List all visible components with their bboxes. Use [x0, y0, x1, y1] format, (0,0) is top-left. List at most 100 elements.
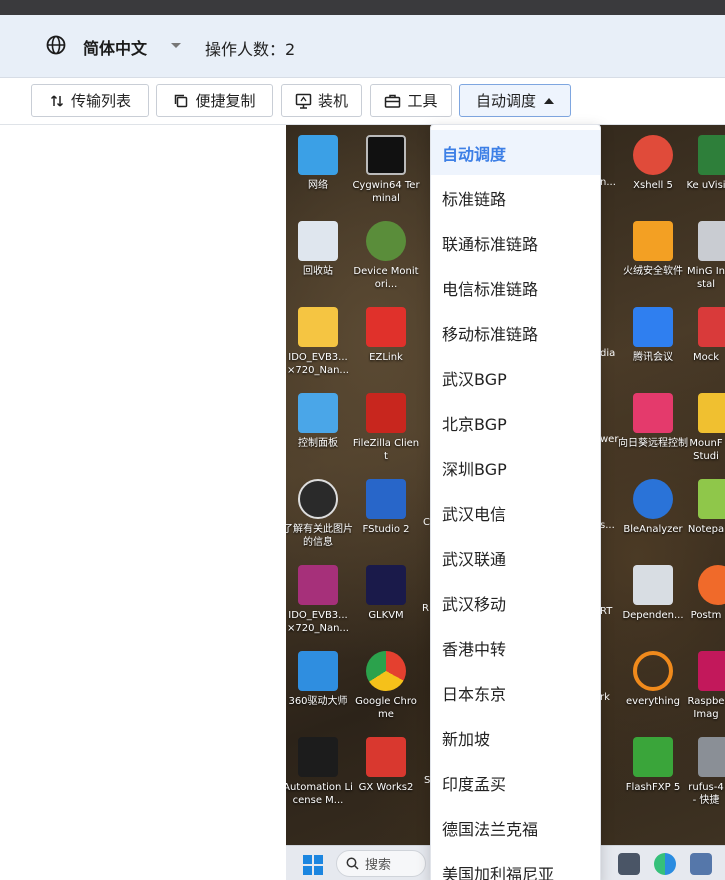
edge-icon[interactable]: [654, 853, 676, 875]
desktop-icon[interactable]: IDO_EVB3... ×720_Nan...: [286, 559, 353, 645]
desktop-icon[interactable]: 向日葵远程控制: [618, 387, 688, 473]
desktop-icon[interactable]: Ke uVisi: [686, 129, 725, 215]
desktop-icon[interactable]: Raspbe Imag: [686, 645, 725, 731]
desktop-icon[interactable]: MinG Instal: [686, 215, 725, 301]
desktop-icon[interactable]: MounF Studi: [686, 387, 725, 473]
language-selector[interactable]: 简体中文: [83, 35, 147, 59]
desktop-icon[interactable]: Cygwin64 Terminal: [351, 129, 421, 215]
license-manager-icon: [298, 737, 338, 777]
dropdown-item[interactable]: 德国法兰克福: [431, 805, 600, 850]
partial-icon-label: dia: [600, 348, 616, 359]
desktop-icon[interactable]: 了解有关此图片的信息: [286, 473, 353, 559]
sunflower-icon: [633, 393, 673, 433]
empty-panel: [0, 125, 286, 880]
fstudio-icon: [366, 479, 406, 519]
dropdown-item[interactable]: 标准链路: [431, 175, 600, 220]
desktop-icon[interactable]: 网络: [286, 129, 353, 215]
postman-icon: [698, 565, 725, 605]
toolbar: 传输列表 便捷复制 装机 工具 自动调度: [0, 78, 725, 125]
chevron-down-icon[interactable]: [171, 43, 181, 48]
partial-icon-label: wer: [600, 434, 619, 445]
dropdown-item-auto-schedule[interactable]: 自动调度: [431, 130, 600, 175]
desktop-icon[interactable]: Xshell 5: [618, 129, 688, 215]
toolbox-icon: [385, 94, 401, 108]
dropdown-item[interactable]: 日本东京: [431, 670, 600, 715]
mock-icon: [698, 307, 725, 347]
dropdown-item[interactable]: 深圳BGP: [431, 445, 600, 490]
auto-schedule-label: 自动调度: [475, 92, 536, 110]
gx-works-icon: [366, 737, 406, 777]
flashfxp-icon: [633, 737, 673, 777]
everything-icon: [633, 651, 673, 691]
desktop-icon[interactable]: rufus-4 - 快捷: [686, 731, 725, 817]
monitor-icon: [295, 93, 312, 109]
taskbar-app-icon[interactable]: [618, 853, 640, 875]
dropdown-item[interactable]: 移动标准链路: [431, 310, 600, 355]
huorong-icon: [633, 221, 673, 261]
dropdown-item[interactable]: 联通标准链路: [431, 220, 600, 265]
chrome-icon: [366, 651, 406, 691]
tools-button[interactable]: 工具: [370, 84, 452, 117]
transfer-list-label: 传输列表: [70, 92, 131, 110]
bluetooth-icon: [633, 479, 673, 519]
desktop-icon[interactable]: FlashFXP 5: [618, 731, 688, 817]
tools-label: 工具: [407, 92, 438, 110]
partial-icon-label: n...: [600, 177, 616, 188]
dropdown-item[interactable]: 香港中转: [431, 625, 600, 670]
keil-icon: [698, 135, 725, 175]
auto-schedule-dropdown: 自动调度 标准链路 联通标准链路 电信标准链路 移动标准链路 武汉BGP 北京B…: [430, 124, 601, 880]
install-label: 装机: [317, 92, 348, 110]
dropdown-item[interactable]: 美国加利福尼亚: [431, 850, 600, 880]
dropdown-item[interactable]: 新加坡: [431, 715, 600, 760]
desktop-icon[interactable]: 回收站: [286, 215, 353, 301]
caret-up-icon: [544, 97, 554, 104]
desktop-icon[interactable]: Google Chrome: [351, 645, 421, 731]
desktop-icon[interactable]: EZLink: [351, 301, 421, 387]
desktop-icon[interactable]: Device Monitori...: [351, 215, 421, 301]
search-icon: [346, 857, 359, 870]
taskbar-search-input[interactable]: 搜索: [336, 850, 426, 877]
desktop-icon[interactable]: 控制面板: [286, 387, 353, 473]
rufus-icon: [698, 737, 725, 777]
xshell-icon: [633, 135, 673, 175]
desktop-icon[interactable]: Notepa: [686, 473, 725, 559]
dropdown-item[interactable]: 印度孟买: [431, 760, 600, 805]
partial-icon-label: s...: [600, 520, 615, 531]
taskbar-app-icon[interactable]: [690, 853, 712, 875]
operator-count: 操作人数：2: [205, 40, 296, 59]
desktop-icon[interactable]: 360驱动大师: [286, 645, 353, 731]
desktop-icon[interactable]: 火绒安全软件: [618, 215, 688, 301]
desktop-icon[interactable]: GLKVM: [351, 559, 421, 645]
recycle-bin-icon: [298, 221, 338, 261]
desktop-icon[interactable]: Postm: [686, 559, 725, 645]
install-button[interactable]: 装机: [281, 84, 362, 117]
dropdown-item[interactable]: 武汉电信: [431, 490, 600, 535]
desktop-icon[interactable]: IDO_EVB3... ×720_Nan...: [286, 301, 353, 387]
dropdown-item[interactable]: 武汉联通: [431, 535, 600, 580]
mounriver-icon: [698, 393, 725, 433]
glkvm-icon: [366, 565, 406, 605]
mingw-icon: [698, 221, 725, 261]
desktop-icon[interactable]: FileZilla Client: [351, 387, 421, 473]
desktop-icon[interactable]: Mock: [686, 301, 725, 387]
desktop-icon[interactable]: Dependen...: [618, 559, 688, 645]
globe-icon: [46, 35, 66, 55]
dropdown-item[interactable]: 武汉移动: [431, 580, 600, 625]
header-bar: 简体中文 操作人数：2: [0, 15, 725, 78]
dropdown-item[interactable]: 电信标准链路: [431, 265, 600, 310]
partial-icon-label: C: [423, 517, 430, 528]
desktop-icon[interactable]: GX Works2: [351, 731, 421, 817]
transfer-list-button[interactable]: 传输列表: [31, 84, 149, 117]
quick-copy-button[interactable]: 便捷复制: [156, 84, 273, 117]
desktop-icon[interactable]: 腾讯会议: [618, 301, 688, 387]
windows-start-icon[interactable]: [303, 855, 323, 875]
desktop-icon[interactable]: BleAnalyzer: [618, 473, 688, 559]
auto-schedule-button[interactable]: 自动调度: [459, 84, 571, 117]
dependencies-icon: [633, 565, 673, 605]
desktop-icon[interactable]: everything: [618, 645, 688, 731]
dropdown-item[interactable]: 北京BGP: [431, 400, 600, 445]
search-placeholder: 搜索: [365, 858, 392, 873]
dropdown-item[interactable]: 武汉BGP: [431, 355, 600, 400]
desktop-icon[interactable]: FStudio 2: [351, 473, 421, 559]
desktop-icon[interactable]: Automation License M...: [286, 731, 353, 817]
